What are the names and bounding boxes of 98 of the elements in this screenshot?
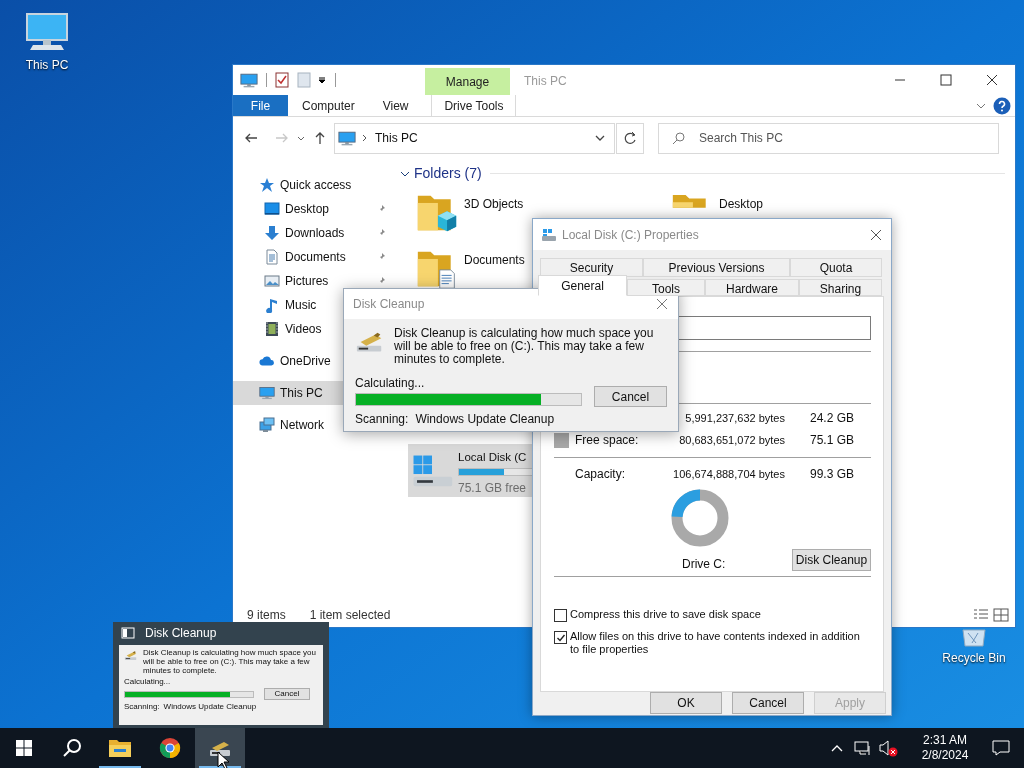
dialog-tab[interactable]: General [538,275,627,296]
mouse-pointer-icon [217,751,229,768]
document-icon [264,249,280,265]
dialog-tab[interactable]: Previous Versions [643,258,790,277]
nav-item[interactable]: Documents [233,245,386,269]
search-icon [672,130,686,145]
scanning-label: Scanning: [124,701,160,713]
search-icon[interactable] [62,738,82,758]
drive-free-text: 75.1 GB free [458,480,528,497]
nav-item[interactable]: Videos [233,317,386,341]
byte-count: 5,991,237,632 bytes [684,410,785,426]
ribbon-tab[interactable]: View [368,95,423,116]
status-text: 9 items [247,607,286,624]
desktop-icon-label[interactable]: Recycle Bin [942,649,1006,667]
notifications-icon[interactable] [992,740,1010,756]
window-title: Local Disk (C:) Properties [562,226,699,244]
dialog-button[interactable]: OK [650,691,722,714]
drive-tile[interactable]: Local Disk (C 75.1 GB free [408,444,533,497]
dialog-tab[interactable]: Hardware [705,279,799,296]
folder-label[interactable]: Documents [464,251,525,269]
folder-label[interactable]: Desktop [719,195,764,213]
desktop-icon-label[interactable]: This PC [25,56,69,74]
window-icon [121,627,135,639]
size-text: 99.3 GB [810,466,855,483]
breadcrumb-chevron-icon [361,133,369,143]
picture-icon [264,273,280,289]
nav-item[interactable]: OneDrive [233,349,386,373]
address-text: This PC [375,130,418,147]
properties-icon[interactable] [275,72,289,88]
disk-cleanup-button[interactable]: Disk Cleanup [792,549,871,571]
status-text: Calculating... [124,676,172,688]
drive-label: Local Disk (C [458,450,528,465]
nav-item[interactable]: Downloads [233,221,386,245]
film-icon [264,321,280,337]
computer-icon [240,72,258,88]
taskbar-app[interactable] [195,728,245,768]
checkbox[interactable] [554,609,567,622]
star-icon [259,177,275,193]
status-text: 1 item selected [309,607,391,624]
scanning-label: Scanning: [355,411,409,428]
dialog-tab[interactable]: Quota [790,258,882,277]
music-note-icon [264,297,280,313]
window-title: Disk Cleanup [353,296,425,313]
nav-item[interactable]: Pictures [233,269,386,293]
disk-usage-ring [670,488,730,548]
cancel-button[interactable]: Cancel [594,386,667,407]
volume-muted-icon[interactable] [878,739,898,757]
show-hidden-icons-icon[interactable] [830,743,844,753]
large-icons-view-icon[interactable] [993,608,1009,622]
close-icon[interactable] [655,297,669,311]
folder-icon [108,737,132,759]
computer-icon [259,385,275,401]
checkbox[interactable] [554,631,567,644]
dialog-button[interactable]: Cancel [732,691,804,714]
size-text: 75.1 GB [810,432,855,449]
refresh-icon[interactable] [616,122,644,154]
nav-item[interactable]: Desktop [233,197,386,221]
customize-dropdown-icon[interactable] [317,75,327,85]
dialog-tab[interactable]: Tools [627,279,705,296]
cleanup-message: Disk Cleanup is calculating how much space you will be able to free on (C:). This may take a few minutes to complete. [394,327,655,366]
thumbnail-title: Disk Cleanup [145,625,217,642]
size-text: 24.2 GB [810,410,855,427]
scanning-item: Windows Update Cleanup [163,701,257,713]
byte-count: 106,674,888,704 bytes [672,466,785,482]
network-icon[interactable] [854,740,872,756]
checkbox-label: Allow files on this drive to have contents indexed in addition to file properties [570,630,861,656]
group-header[interactable]: Folders (7) [414,163,482,184]
free-space-swatch [554,432,569,448]
context-tab-header: Manage [425,68,510,95]
network-icon [259,417,275,433]
folder-label[interactable]: 3D Objects [464,195,524,213]
computer-icon [338,130,356,146]
cancel-button[interactable]: Cancel [264,688,310,700]
download-arrow-icon [264,225,280,241]
search-field[interactable]: Search This PC [658,122,999,154]
nav-item[interactable]: Quick access [233,173,386,197]
checkbox-label: Compress this drive to save disk space [570,608,761,621]
space-label: Capacity: [575,466,627,483]
dialog-tab[interactable]: Sharing [799,279,882,296]
ribbon-tab[interactable]: Computer [288,95,369,116]
desktop-icon [264,201,280,217]
broom-drive-icon [124,650,138,662]
address-bar[interactable]: This PC [334,122,615,154]
help-icon[interactable] [993,96,1011,115]
browser-icon [158,737,182,759]
start-icon[interactable] [16,740,32,756]
scanning-item: Windows Update Cleanup [415,411,555,428]
window-title: This PC [524,73,567,90]
drive-icon [541,227,557,242]
clock[interactable]: 2:31 AM 2/8/2024 [913,728,977,768]
byte-count: 80,683,651,072 bytes [678,432,785,448]
drive-name-label: Drive C: [682,556,726,573]
dialog-tab[interactable]: Security [540,258,643,277]
space-label: Free space: [575,432,640,449]
ribbon-tab[interactable]: Drive Tools [431,95,517,116]
ribbon-tab[interactable]: File [233,95,288,116]
close-icon[interactable] [869,227,883,242]
cleanup-message: Disk Cleanup is calculating how much space you will be able to free on (C:). This may take a few minutes to complete. [143,648,317,675]
